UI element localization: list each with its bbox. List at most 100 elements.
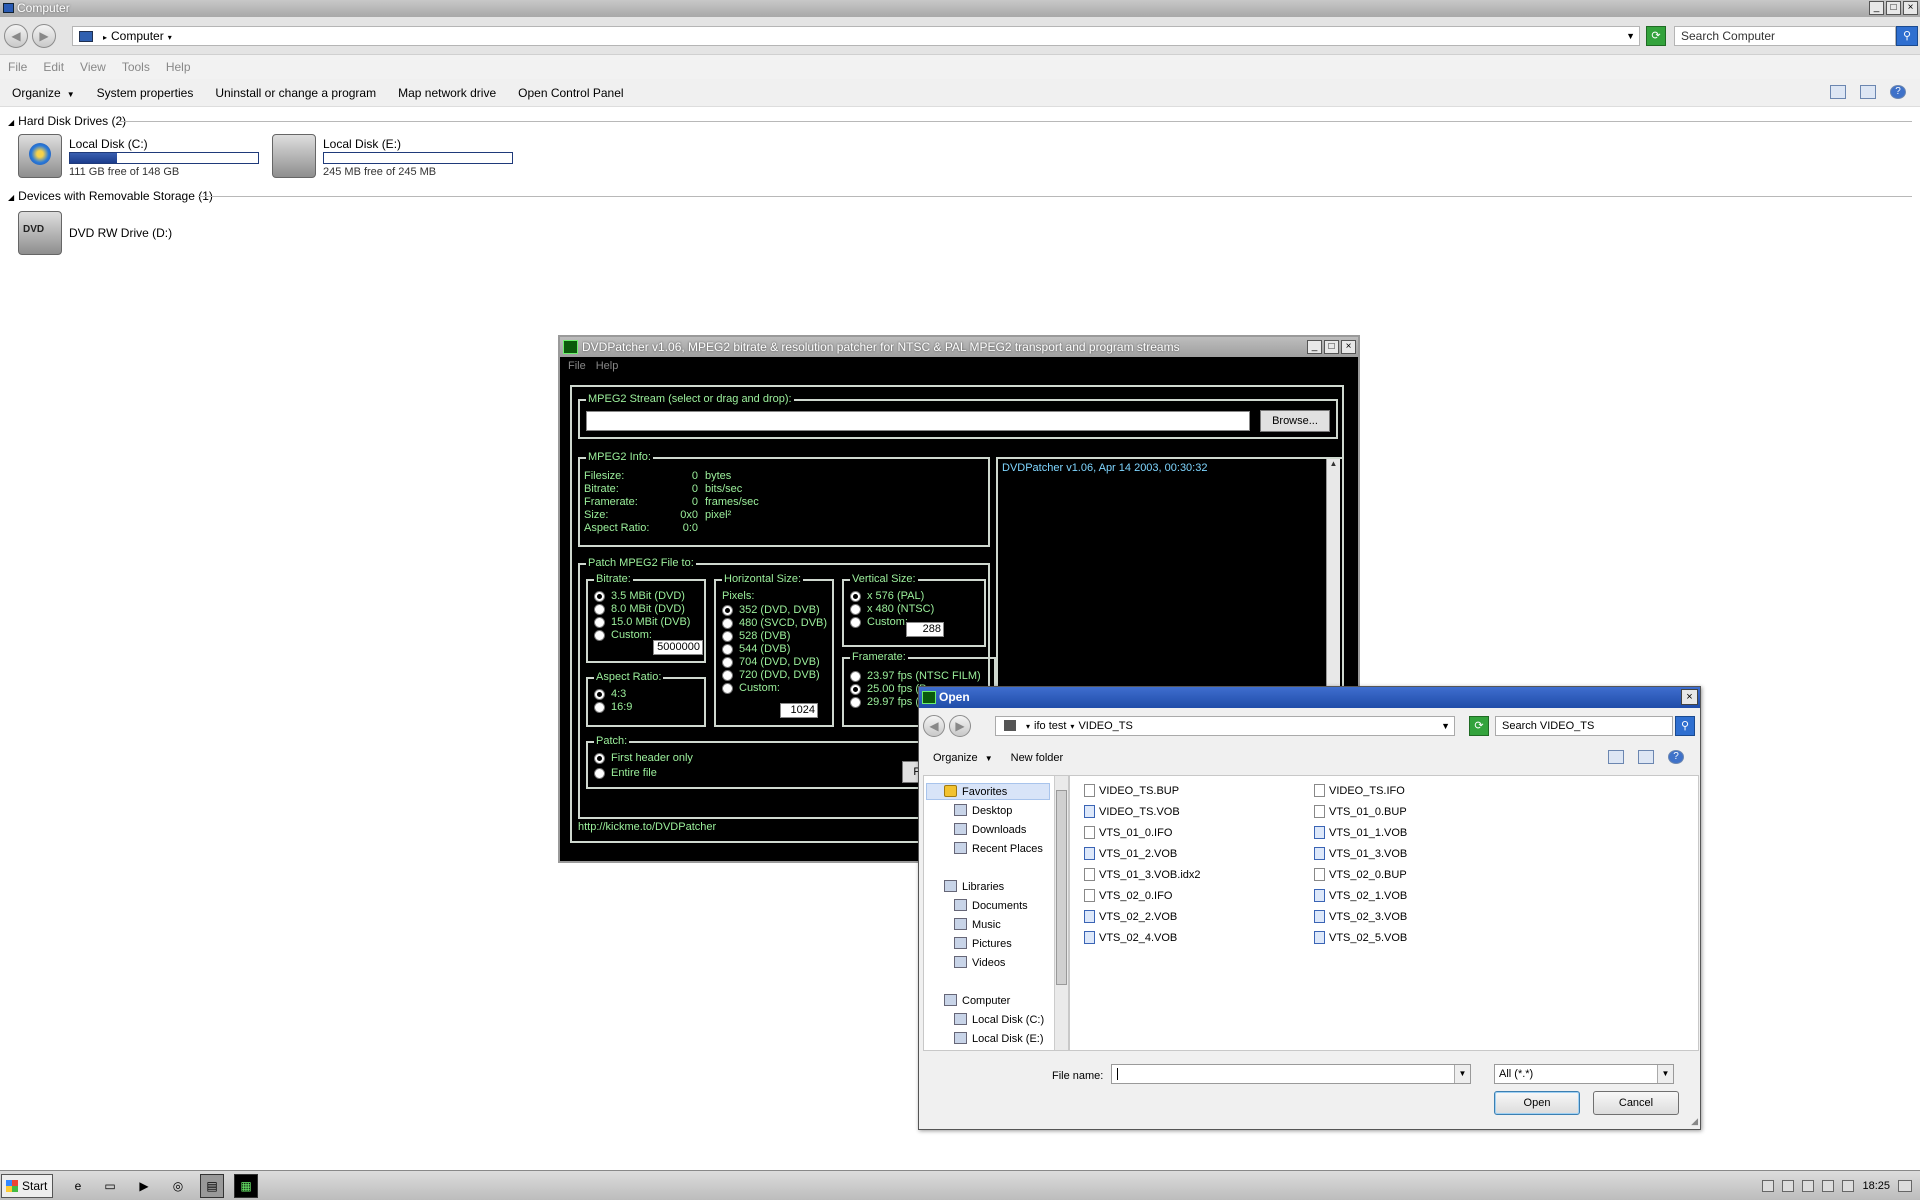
map-network-drive-button[interactable]: Map network drive (398, 86, 496, 100)
bitrate-option-label[interactable]: 15.0 MBit (DVB) (611, 616, 690, 628)
nav-scrollbar[interactable] (1054, 776, 1068, 1050)
file-item[interactable]: VTS_02_0.BUP (1314, 868, 1407, 881)
address-location[interactable]: Computer (111, 29, 164, 43)
show-desktop-icon[interactable] (1898, 1180, 1912, 1192)
media-player-icon[interactable]: ▶ (132, 1174, 156, 1198)
bitrate-radio-3[interactable] (594, 630, 605, 641)
preview-pane-icon[interactable] (1638, 750, 1654, 764)
minimize-button[interactable]: _ (1869, 1, 1884, 15)
explorer-titlebar[interactable]: Computer _ □ × (0, 0, 1920, 17)
file-item[interactable]: VTS_01_0.BUP (1314, 805, 1407, 818)
open-button[interactable]: Open (1494, 1091, 1580, 1115)
hsize-radio-4[interactable] (722, 657, 733, 668)
nav-scrollbar-thumb[interactable] (1056, 790, 1067, 985)
maximize-button[interactable]: □ (1886, 1, 1901, 15)
path-segment-video-ts[interactable]: VIDEO_TS (1078, 720, 1132, 732)
browse-button[interactable]: Browse... (1260, 410, 1330, 432)
filename-input[interactable]: ▼ (1111, 1064, 1471, 1084)
menu-file[interactable]: File (8, 60, 27, 74)
hsize-radio-2[interactable] (722, 631, 733, 642)
internet-explorer-icon[interactable]: e (66, 1174, 90, 1198)
aspect-option-label[interactable]: 4:3 (611, 688, 626, 700)
start-button[interactable]: Start (1, 1174, 53, 1198)
battery-icon[interactable] (1802, 1180, 1815, 1192)
nav-recent-places[interactable]: Recent Places (954, 842, 1043, 855)
bitrate-option-label[interactable]: 3.5 MBit (DVD) (611, 590, 685, 602)
file-item[interactable]: VIDEO_TS.IFO (1314, 784, 1405, 797)
hsize-radio-6[interactable] (722, 683, 733, 694)
vsize-option-label[interactable]: Custom: (867, 616, 908, 628)
homepage-link[interactable]: http://kickme.to/DVDPatcher (578, 821, 716, 833)
cancel-button[interactable]: Cancel (1593, 1091, 1679, 1115)
file-item[interactable]: VTS_02_3.VOB (1314, 910, 1407, 923)
change-view-icon[interactable] (1608, 750, 1624, 764)
group-hard-disk-drives[interactable]: ◢ Hard Disk Drives (2) (8, 114, 126, 128)
back-button[interactable]: ◀ (4, 24, 28, 48)
log-panel[interactable]: DVDPatcher v1.06, Apr 14 2003, 00:30:32 (996, 457, 1344, 719)
maximize-button[interactable]: □ (1324, 340, 1339, 354)
open-search-input[interactable]: Search VIDEO_TS (1495, 716, 1673, 736)
menu-edit[interactable]: Edit (43, 60, 64, 74)
preview-pane-icon[interactable] (1860, 85, 1876, 99)
search-button[interactable]: ⚲ (1896, 26, 1918, 46)
chevron-down-icon[interactable]: ▾ (1026, 722, 1030, 731)
nav-documents[interactable]: Documents (954, 899, 1028, 912)
nav-music[interactable]: Music (954, 918, 1001, 931)
uninstall-program-button[interactable]: Uninstall or change a program (215, 86, 376, 100)
nav-pictures[interactable]: Pictures (954, 937, 1012, 950)
close-button[interactable]: × (1341, 340, 1356, 354)
bitrate-option-label[interactable]: 8.0 MBit (DVD) (611, 603, 685, 615)
organize-button[interactable]: Organize ▼ (12, 86, 75, 100)
wireless-icon[interactable]: ◎ (166, 1174, 190, 1198)
menu-view[interactable]: View (80, 60, 106, 74)
chevron-right-icon[interactable]: ▸ (103, 33, 107, 42)
bitrate-custom-input[interactable]: 5000000 (653, 640, 703, 655)
nav-local-disk-c[interactable]: Local Disk (C:) (954, 1013, 1044, 1026)
aspect-option-label[interactable]: 16:9 (611, 701, 632, 713)
aspect-radio-1[interactable] (594, 702, 605, 713)
search-button[interactable]: ⚲ (1675, 716, 1695, 736)
bitrate-radio-2[interactable] (594, 617, 605, 628)
file-item[interactable]: VTS_01_1.VOB (1314, 826, 1407, 839)
hsize-option-label[interactable]: 528 (DVB) (739, 630, 790, 642)
chevron-down-icon[interactable]: ▼ (1657, 1065, 1673, 1083)
back-button[interactable]: ◀ (923, 715, 945, 737)
bitrate-radio-1[interactable] (594, 604, 605, 615)
nav-computer[interactable]: Computer (944, 994, 1010, 1007)
patch-mode-radio-0[interactable] (594, 753, 605, 764)
vsize-option-label[interactable]: x 576 (PAL) (867, 590, 924, 602)
dvdpatcher-titlebar[interactable]: DVDPatcher v1.06, MPEG2 bitrate & resolu… (560, 337, 1358, 357)
resize-grip-icon[interactable]: ◢ (1691, 1116, 1698, 1127)
file-item[interactable]: VTS_02_2.VOB (1084, 910, 1177, 923)
file-item[interactable]: VTS_02_1.VOB (1314, 889, 1407, 902)
file-explorer-icon[interactable]: ▭ (98, 1174, 122, 1198)
network-icon[interactable] (1782, 1180, 1795, 1192)
aspect-radio-0[interactable] (594, 689, 605, 700)
search-input[interactable]: Search Computer (1674, 26, 1896, 46)
hsize-option-label[interactable]: 720 (DVD, DVB) (739, 669, 820, 681)
file-item[interactable]: VTS_02_0.IFO (1084, 889, 1172, 902)
patch-mode-option-label[interactable]: First header only (611, 752, 693, 764)
close-button[interactable]: × (1903, 1, 1918, 15)
taskbar-explorer-window[interactable]: ▤ (200, 1174, 224, 1198)
nav-libraries[interactable]: Libraries (944, 880, 1004, 893)
nav-local-disk-e[interactable]: Local Disk (E:) (954, 1032, 1044, 1045)
vsize-radio-1[interactable] (850, 604, 861, 615)
path-segment-ifo-test[interactable]: ifo test (1034, 720, 1066, 732)
file-item[interactable]: VTS_01_2.VOB (1084, 847, 1177, 860)
vsize-radio-2[interactable] (850, 617, 861, 628)
menu-help[interactable]: Help (166, 60, 191, 74)
address-bar[interactable]: ▸ Computer ▾ ▼ (72, 26, 1640, 46)
taskbar-dvdpatcher-window[interactable]: ▦ (234, 1174, 258, 1198)
open-address-bar[interactable]: ▾ ifo test ▾ VIDEO_TS ▼ (995, 716, 1455, 736)
hsize-option-label[interactable]: 544 (DVB) (739, 643, 790, 655)
new-folder-button[interactable]: New folder (1011, 752, 1064, 764)
hsize-option-label[interactable]: 352 (DVD, DVB) (739, 604, 820, 616)
framerate-option-label[interactable]: 23.97 fps (NTSC FILM) (867, 670, 981, 682)
patch-mode-option-label[interactable]: Entire file (611, 767, 657, 779)
open-dialog-titlebar[interactable]: Open × (919, 687, 1700, 708)
hsize-radio-0[interactable] (722, 605, 733, 616)
open-control-panel-button[interactable]: Open Control Panel (518, 86, 623, 100)
system-properties-button[interactable]: System properties (97, 86, 194, 100)
patch-mode-radio-1[interactable] (594, 768, 605, 779)
